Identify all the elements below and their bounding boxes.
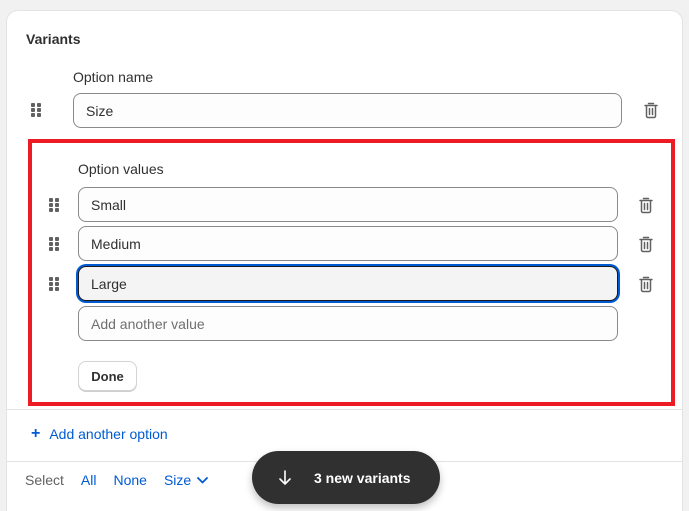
chevron-down-icon xyxy=(197,476,209,483)
delete-value-trash-icon[interactable] xyxy=(638,196,654,214)
delete-option-trash-icon[interactable] xyxy=(643,101,659,119)
arrow-down-icon xyxy=(279,469,291,485)
card-title: Variants xyxy=(26,31,81,47)
new-variants-toast[interactable]: 3 new variants xyxy=(252,451,440,504)
add-option-label: Add another option xyxy=(49,426,168,442)
size-filter-label: Size xyxy=(163,472,192,488)
add-value-input[interactable] xyxy=(78,306,618,341)
drag-handle-icon[interactable] xyxy=(49,198,59,212)
drag-handle-icon[interactable] xyxy=(49,237,59,251)
option-value-input-focused[interactable] xyxy=(78,266,618,301)
size-filter-dropdown[interactable]: Size xyxy=(163,472,209,488)
option-name-label: Option name xyxy=(73,69,154,85)
option-value-input[interactable] xyxy=(78,226,618,261)
drag-handle-icon[interactable] xyxy=(49,277,59,291)
option-values-label: Option values xyxy=(78,161,164,177)
divider xyxy=(7,409,682,410)
delete-value-trash-icon[interactable] xyxy=(638,275,654,293)
select-bar: Select All None Size xyxy=(25,472,225,488)
select-all-link[interactable]: All xyxy=(81,472,97,488)
select-label: Select xyxy=(25,472,64,488)
delete-value-trash-icon[interactable] xyxy=(638,235,654,253)
plus-icon: + xyxy=(31,425,41,442)
toast-label: 3 new variants xyxy=(314,469,411,486)
drag-handle-icon[interactable] xyxy=(31,103,41,117)
add-another-option-link[interactable]: + Add another option xyxy=(31,425,168,443)
option-name-input[interactable] xyxy=(73,93,622,128)
option-value-input[interactable] xyxy=(78,187,618,222)
select-none-link[interactable]: None xyxy=(113,472,146,488)
done-button[interactable]: Done xyxy=(78,361,137,391)
